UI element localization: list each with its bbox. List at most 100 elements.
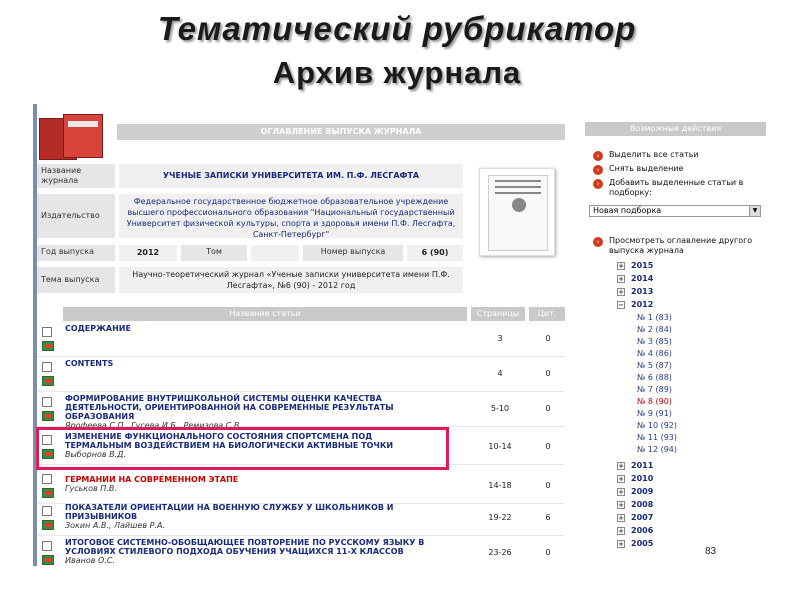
expand-icon[interactable]: +	[617, 540, 625, 548]
journal-issue-thumbnail[interactable]	[479, 168, 555, 256]
expand-icon[interactable]: +	[617, 501, 625, 509]
publisher-value[interactable]: Федеральное государственное бюджетное об…	[119, 194, 463, 239]
article-title[interactable]: CONTENTS	[65, 359, 435, 368]
select-checkbox[interactable]	[42, 506, 52, 516]
issue-title-label: Тема выпуска	[37, 267, 115, 293]
clear-selection-action[interactable]: › Снять выделение	[593, 164, 753, 175]
select-checkbox[interactable]	[42, 474, 52, 484]
journal-name-value[interactable]: УЧЕНЫЕ ЗАПИСКИ УНИВЕРСИТЕТА ИМ. П.Ф. ЛЕС…	[119, 164, 463, 188]
article-title[interactable]: ПОКАЗАТЕЛИ ОРИЕНТАЦИИ НА ВОЕННУЮ СЛУЖБУ …	[65, 503, 435, 530]
journal-name-label: Название журнала	[37, 164, 115, 188]
archive-issue-link[interactable]: № 2 (84)	[637, 325, 672, 335]
expand-icon[interactable]: +	[617, 527, 625, 535]
archive-issue-link[interactable]: № 11 (93)	[637, 433, 677, 443]
archive-year-expanded[interactable]: −2012	[617, 300, 653, 310]
view-other-issue-action[interactable]: › Просмотреть оглавление другого выпуска …	[593, 236, 761, 256]
article-title[interactable]: СОДЕРЖАНИЕ	[65, 324, 435, 333]
add-selected-label[interactable]: Добавить выделенные статьи в подборку:	[609, 178, 743, 197]
archive-year[interactable]: +2008	[617, 500, 653, 510]
article-title[interactable]: ИТОГОВОЕ СИСТЕМНО-ОБОБЩАЮЩЕЕ ПОВТОРЕНИЕ …	[65, 538, 435, 565]
archive-year[interactable]: +2007	[617, 513, 653, 523]
add-selected-action[interactable]: › Добавить выделенные статьи в подборку:	[593, 178, 763, 198]
archive-issue-link[interactable]: № 6 (88)	[637, 373, 672, 383]
arrow-bullet-icon: ›	[593, 179, 603, 189]
archive-year[interactable]: +2013	[617, 287, 653, 297]
table-row: ПОКАЗАТЕЛИ ОРИЕНТАЦИИ НА ВОЕННУЮ СЛУЖБУ …	[37, 501, 565, 536]
chevron-down-icon[interactable]: ▼	[749, 206, 760, 216]
archive-issue-current[interactable]: № 8 (90)	[637, 397, 672, 407]
article-pages: 14-18	[488, 481, 512, 490]
article-pages: 10-14	[488, 442, 512, 451]
col-title-header: Название статьи	[63, 307, 467, 321]
archive-issue-link[interactable]: № 5 (87)	[637, 361, 672, 371]
expand-icon[interactable]: +	[617, 488, 625, 496]
view-other-issue-label[interactable]: Просмотреть оглавление другого выпуска ж…	[609, 236, 752, 255]
expand-icon[interactable]: +	[617, 475, 625, 483]
arrow-bullet-icon: ›	[593, 165, 603, 175]
archive-issue-link[interactable]: № 7 (89)	[637, 385, 672, 395]
expand-icon[interactable]: +	[617, 514, 625, 522]
arrow-bullet-icon: ›	[593, 151, 603, 161]
pdf-icon[interactable]	[42, 488, 54, 498]
archive-year[interactable]: +2005	[617, 539, 653, 549]
expand-icon[interactable]: +	[617, 262, 625, 270]
archive-year[interactable]: +2014	[617, 274, 653, 284]
year-value: 2012	[119, 245, 177, 261]
article-citations: 0	[545, 404, 551, 413]
archive-issue-link[interactable]: № 10 (92)	[637, 421, 677, 431]
select-checkbox[interactable]	[42, 541, 52, 551]
pdf-icon[interactable]	[42, 341, 54, 351]
page-number: 83	[705, 546, 717, 557]
expand-icon[interactable]: +	[617, 288, 625, 296]
article-citations: 0	[545, 442, 551, 451]
pdf-icon[interactable]	[42, 376, 54, 386]
volume-label: Том	[181, 245, 247, 261]
table-row: CONTENTS 4 0	[37, 357, 565, 392]
article-title-text[interactable]: ГЕРМАНИИ НА СОВРЕМЕННОМ ЭТАПЕ	[65, 475, 238, 484]
select-all-label[interactable]: Выделить все статьи	[609, 150, 699, 159]
archive-issue-link[interactable]: № 1 (83)	[637, 313, 672, 323]
article-citations: 6	[545, 513, 551, 522]
collection-select[interactable]: Новая подборка ▼	[589, 205, 761, 217]
pdf-icon[interactable]	[42, 411, 54, 421]
archive-year[interactable]: +2006	[617, 526, 653, 536]
archive-issue-link[interactable]: № 9 (91)	[637, 409, 672, 419]
volume-value	[251, 245, 299, 261]
article-authors: Зокин А.В., Лайшев Р.А.	[65, 521, 165, 530]
publisher-label: Издательство	[37, 194, 115, 238]
archive-year[interactable]: +2010	[617, 474, 653, 484]
archive-issue-link[interactable]: № 4 (86)	[637, 349, 672, 359]
select-checkbox[interactable]	[42, 362, 52, 372]
expand-icon[interactable]: +	[617, 462, 625, 470]
slide-title: Тематический рубрикатор	[157, 10, 637, 47]
article-authors: Иванов О.С.	[65, 556, 115, 565]
article-title-text[interactable]: ФОРМИРОВАНИЕ ВНУТРИШКОЛЬНОЙ СИСТЕМЫ ОЦЕН…	[65, 394, 394, 421]
collapse-icon[interactable]: −	[617, 301, 625, 309]
pdf-icon[interactable]	[42, 555, 54, 565]
article-title[interactable]: ФОРМИРОВАНИЕ ВНУТРИШКОЛЬНОЙ СИСТЕМЫ ОЦЕН…	[65, 394, 435, 430]
col-pages-header: Страницы	[471, 307, 525, 321]
archive-issue-link[interactable]: № 3 (85)	[637, 337, 672, 347]
archive-year[interactable]: +2015	[617, 261, 653, 271]
expand-icon[interactable]: +	[617, 275, 625, 283]
article-pages: 23-26	[488, 548, 512, 557]
article-citations: 0	[545, 548, 551, 557]
select-checkbox[interactable]	[42, 397, 52, 407]
highlight-frame	[36, 427, 449, 470]
select-checkbox[interactable]	[42, 327, 52, 337]
article-title-text[interactable]: ИТОГОВОЕ СИСТЕМНО-ОБОБЩАЮЩЕЕ ПОВТОРЕНИЕ …	[65, 538, 424, 556]
archive-year[interactable]: +2009	[617, 487, 653, 497]
clear-selection-label[interactable]: Снять выделение	[609, 164, 683, 173]
article-title-text[interactable]: ПОКАЗАТЕЛИ ОРИЕНТАЦИИ НА ВОЕННУЮ СЛУЖБУ …	[65, 503, 393, 521]
table-row: ИТОГОВОЕ СИСТЕМНО-ОБОБЩАЮЩЕЕ ПОВТОРЕНИЕ …	[37, 536, 565, 566]
pdf-icon[interactable]	[42, 520, 54, 530]
select-all-action[interactable]: › Выделить все статьи	[593, 150, 753, 161]
actions-header: Возможные действия	[585, 122, 766, 136]
article-authors: Гуськов П.В.	[65, 484, 117, 493]
archive-issue-link[interactable]: № 12 (94)	[637, 445, 677, 455]
article-title[interactable]: ГЕРМАНИИ НА СОВРЕМЕННОМ ЭТАПЕ Гуськов П.В…	[65, 475, 435, 493]
archive-year[interactable]: +2011	[617, 461, 653, 471]
article-pages: 5-10	[490, 404, 510, 413]
article-pages: 19-22	[488, 513, 512, 522]
arrow-bullet-icon: ›	[593, 237, 603, 247]
